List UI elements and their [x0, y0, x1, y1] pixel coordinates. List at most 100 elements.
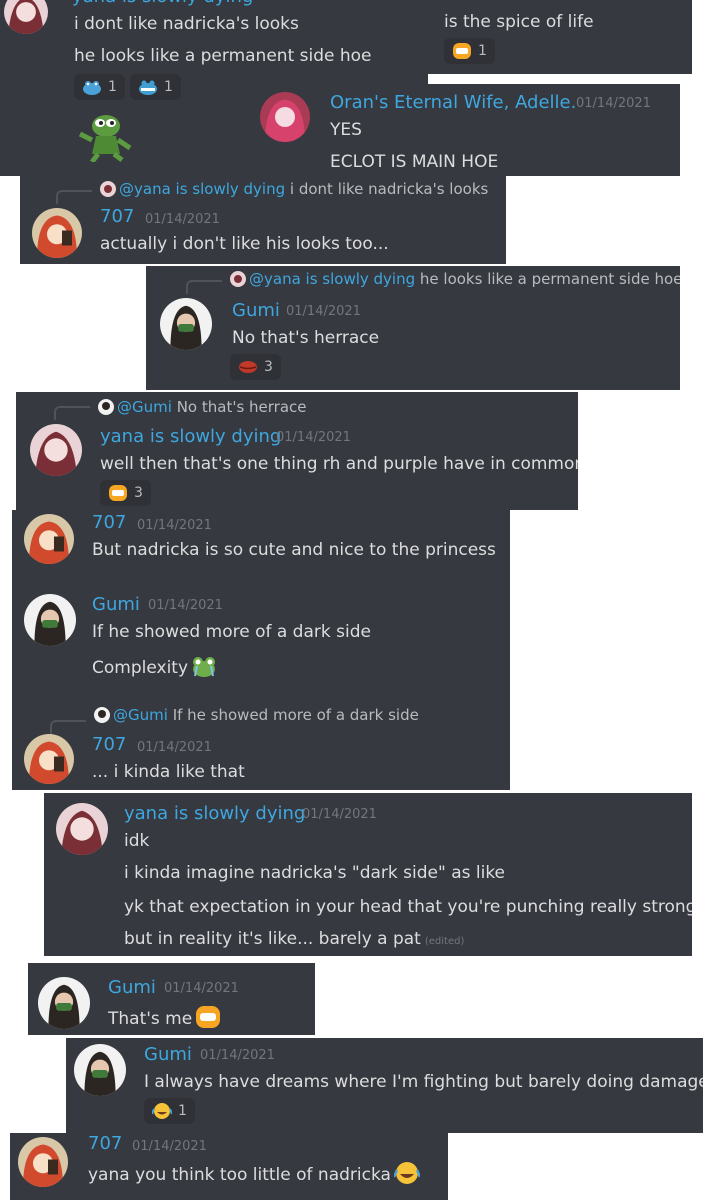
message-text: I always have dreams where I'm fighting … — [144, 1072, 703, 1092]
reply-mention: @yana is slowly dying — [249, 270, 416, 288]
username[interactable]: yana is slowly dying — [124, 803, 305, 824]
message-panel-gumi-2: Gumi 01/14/2021 That's me — [28, 963, 315, 1035]
message-panel-707-3: 707 01/14/2021 yana you think too little… — [10, 1133, 448, 1200]
timestamp: 01/14/2021 — [276, 430, 351, 445]
reaction[interactable]: 1 — [444, 38, 495, 64]
timestamp: 01/14/2021 — [200, 1048, 275, 1063]
reaction[interactable]: 1 — [130, 74, 181, 100]
message-text-inline: That's me — [108, 1009, 193, 1029]
message-text: i dont like nadricka's looks — [74, 14, 299, 34]
message-panel-fragment: is the spice of life 1 — [428, 0, 692, 74]
reply-spine — [54, 406, 90, 420]
message-panel-yana-2: @Gumi No that's herrace yana is slowly d… — [16, 392, 578, 510]
avatar-707[interactable] — [18, 1137, 68, 1187]
message-text: but in reality it's like... barely a pat… — [124, 929, 464, 949]
avatar-adelle[interactable] — [260, 92, 310, 142]
message-text: yana you think too little of nadricka — [88, 1161, 420, 1185]
message-text-inline: Complexity — [92, 658, 189, 678]
timestamp: 01/14/2021 — [302, 807, 377, 822]
reply-spine — [56, 190, 92, 204]
reaction-count: 1 — [108, 79, 117, 95]
avatar-gumi[interactable] — [160, 298, 212, 350]
avatar-yana[interactable] — [30, 424, 82, 476]
username[interactable]: 707 — [92, 734, 126, 755]
reaction-count: 3 — [264, 359, 273, 375]
reply-spine — [186, 280, 222, 294]
reply-text: i dont like nadricka's looks — [289, 180, 489, 198]
avatar-707[interactable] — [24, 734, 74, 784]
reply-mention: @yana is slowly dying — [119, 180, 286, 198]
message-text: actually i don't like his looks too... — [100, 234, 389, 254]
message-text-inline: but in reality it's like... barely a pat — [124, 929, 421, 949]
username[interactable]: 707 — [92, 512, 126, 533]
timestamp: 01/14/2021 — [137, 740, 212, 755]
message-panel-gumi-1: @yana is slowly dying he looks like a pe… — [146, 266, 680, 390]
timestamp: 01/14/2021 — [137, 518, 212, 533]
reaction[interactable]: 1 — [74, 74, 125, 100]
message-panel-adelle: Oran's Eternal Wife, Adelle. 01/14/2021 … — [242, 84, 680, 176]
message-text-inline: yana you think too little of nadricka — [88, 1165, 391, 1185]
message-text: Complexity — [92, 654, 217, 678]
reply-text: he looks like a permanent side hoe — [419, 270, 680, 288]
reply-reference[interactable]: @Gumi If he showed more of a dark side — [94, 706, 419, 724]
reply-mention: @Gumi — [113, 706, 168, 724]
username[interactable]: Gumi — [108, 977, 156, 998]
joy-emoji-icon — [393, 1161, 420, 1185]
timestamp: 01/14/2021 — [576, 96, 651, 111]
avatar-gumi[interactable] — [74, 1044, 126, 1096]
timestamp: 01/14/2021 — [145, 212, 220, 227]
reply-text: No that's herrace — [176, 398, 307, 416]
username[interactable]: Gumi — [232, 300, 280, 321]
username[interactable]: 707 — [88, 1133, 122, 1154]
avatar-gumi[interactable] — [24, 594, 76, 646]
username[interactable]: yana is slowly dying — [100, 426, 281, 447]
timestamp: 01/14/2021 — [148, 598, 223, 613]
username[interactable]: Gumi — [92, 594, 140, 615]
message-text: yk that expectation in your head that yo… — [124, 897, 692, 917]
username[interactable]: 707 — [100, 206, 134, 227]
reply-reference[interactable]: @yana is slowly dying i dont like nadric… — [100, 180, 488, 198]
reply-reference[interactable]: @Gumi No that's herrace — [98, 398, 307, 416]
message-text: YES — [330, 120, 362, 140]
reaction[interactable]: 3 — [230, 354, 281, 380]
reaction[interactable]: 3 — [100, 480, 151, 506]
reply-spine — [50, 720, 86, 734]
timestamp: 01/14/2021 — [132, 1139, 207, 1154]
reply-mention: @Gumi — [117, 398, 172, 416]
message-text: well then that's one thing rh and purple… — [100, 454, 578, 474]
reaction-count: 1 — [478, 43, 487, 59]
message-text: No that's herrace — [232, 328, 380, 348]
message-text: ... i kinda like that — [92, 762, 245, 782]
timestamp: 01/14/2021 — [286, 304, 361, 319]
avatar-yana[interactable] — [56, 803, 108, 855]
message-text: idk — [124, 831, 150, 851]
message-text: If he showed more of a dark side — [92, 622, 371, 642]
message-text: he looks like a permanent side hoe — [74, 46, 372, 66]
avatar-707[interactable] — [24, 514, 74, 564]
message-panel-707-1: @yana is slowly dying i dont like nadric… — [20, 176, 506, 264]
edited-label: (edited) — [424, 936, 465, 947]
username[interactable]: Oran's Eternal Wife, Adelle. — [330, 92, 576, 113]
avatar-yana — [100, 181, 116, 197]
username[interactable]: yana is slowly dying — [72, 0, 253, 7]
avatar-707[interactable] — [32, 208, 82, 258]
reaction-count: 3 — [134, 485, 143, 501]
blob-cringe-icon — [195, 1005, 221, 1029]
reply-reference[interactable]: @yana is slowly dying he looks like a pe… — [230, 270, 680, 288]
frog-angry-icon — [138, 78, 158, 96]
message-panel-group: 707 01/14/2021 But nadricka is so cute a… — [12, 510, 510, 790]
message-panel-gumi-3: Gumi 01/14/2021 I always have dreams whe… — [66, 1038, 703, 1133]
avatar-gumi — [98, 399, 114, 415]
timestamp: 01/14/2021 — [164, 981, 239, 996]
reaction-count: 1 — [164, 79, 173, 95]
avatar-gumi[interactable] — [38, 977, 90, 1029]
joy-emoji-icon — [152, 1102, 172, 1120]
avatar-yana[interactable] — [4, 0, 48, 34]
username[interactable]: Gumi — [144, 1044, 192, 1065]
avatar-gumi — [94, 707, 110, 723]
lips-icon — [238, 358, 258, 376]
message-text: ECLOT IS MAIN HOE — [330, 152, 499, 172]
frog-blue-icon — [82, 78, 102, 96]
message-text: But nadricka is so cute and nice to the … — [92, 540, 496, 560]
reaction[interactable]: 1 — [144, 1098, 195, 1124]
